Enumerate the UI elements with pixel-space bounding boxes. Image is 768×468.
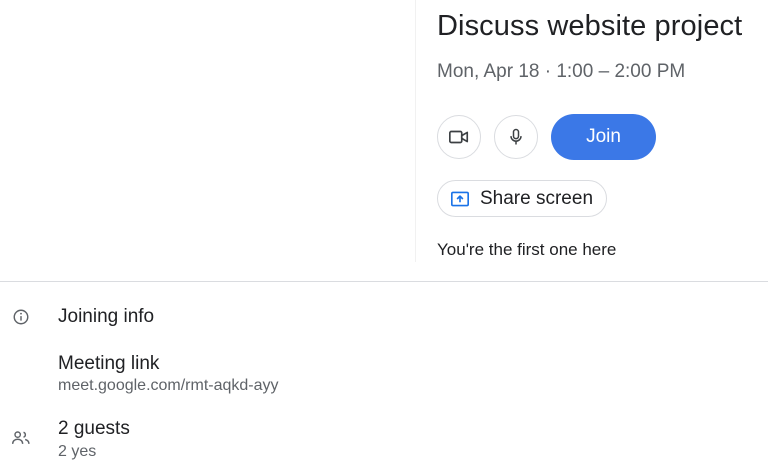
- lobby-status-text: You're the first one here: [437, 240, 617, 259]
- people-icon: [11, 431, 30, 444]
- microphone-icon: [510, 128, 522, 145]
- preview-divider: [415, 0, 416, 262]
- guests-rsvp-summary: 2 yes: [58, 443, 97, 460]
- section-divider: [0, 281, 768, 282]
- present-to-all-icon: [451, 191, 469, 206]
- microphone-toggle-button[interactable]: [494, 115, 538, 159]
- share-screen-button[interactable]: Share screen: [437, 180, 607, 217]
- video-preview-area: [0, 0, 416, 262]
- meeting-title: Discuss website project: [437, 10, 743, 42]
- guests-count: 2 guests: [58, 418, 130, 439]
- meeting-link-label: Meeting link: [58, 353, 160, 374]
- meeting-link-url[interactable]: meet.google.com/rmt-aqkd-ayy: [58, 377, 279, 395]
- share-screen-label: Share screen: [480, 187, 594, 209]
- joining-info-heading: Joining info: [58, 306, 155, 327]
- info-icon: [13, 309, 29, 325]
- join-button[interactable]: Join: [551, 114, 656, 160]
- video-camera-icon: [449, 130, 469, 144]
- meeting-datetime: Mon, Apr 18 · 1:00 – 2:00 PM: [437, 61, 686, 82]
- camera-toggle-button[interactable]: [437, 115, 481, 159]
